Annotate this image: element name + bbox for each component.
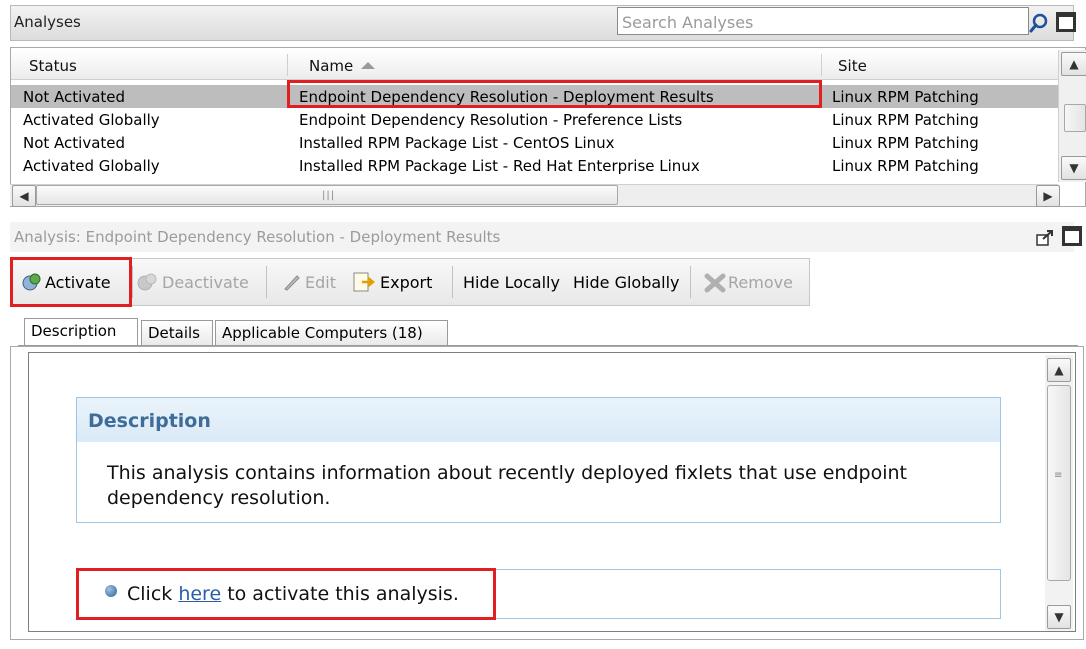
scroll-thumb[interactable] <box>1064 104 1086 132</box>
name-highlight-callout <box>287 80 822 108</box>
deactivate-icon <box>137 272 159 292</box>
scroll-left-icon[interactable]: ◀ <box>12 185 36 207</box>
scroll-grip-icon: ||| <box>322 190 336 201</box>
activation-highlight-callout <box>76 568 496 620</box>
tab-strip-divider <box>18 345 1078 346</box>
scroll-up-icon[interactable]: ▲ <box>1061 52 1086 76</box>
panel-title: Analyses <box>14 13 81 31</box>
search-input[interactable] <box>622 12 992 32</box>
scroll-up-icon[interactable]: ▲ <box>1047 358 1071 382</box>
row-site: Linux RPM Patching <box>832 157 979 175</box>
toolbar-divider <box>266 266 267 298</box>
scroll-down-icon[interactable]: ▼ <box>1061 156 1086 180</box>
scroll-grip-icon: ≡ <box>1054 470 1063 481</box>
row-status: Not Activated <box>23 88 126 106</box>
toolbar-divider <box>690 266 691 298</box>
edit-button[interactable]: Edit <box>305 273 336 292</box>
column-name[interactable]: Name <box>309 57 353 75</box>
list-header: Status Name Site <box>11 50 1058 80</box>
hide-locally-button[interactable]: Hide Locally <box>463 273 560 292</box>
remove-x-icon <box>704 273 726 293</box>
column-site[interactable]: Site <box>838 57 867 75</box>
row-name: Endpoint Dependency Resolution - Prefere… <box>299 111 683 129</box>
description-header <box>77 398 1000 442</box>
maximize-icon[interactable] <box>1062 226 1082 246</box>
table-row[interactable]: Not Activated Installed RPM Package List… <box>11 131 1058 154</box>
export-button[interactable]: Export <box>380 273 432 292</box>
deactivate-button[interactable]: Deactivate <box>162 273 249 292</box>
scroll-thumb[interactable] <box>1047 385 1071 581</box>
tab-details[interactable]: Details <box>141 320 213 346</box>
hide-globally-button[interactable]: Hide Globally <box>573 273 680 292</box>
edit-pencil-icon <box>282 273 302 291</box>
activate-highlight-callout <box>10 257 132 307</box>
column-divider[interactable] <box>287 54 288 76</box>
row-site: Linux RPM Patching <box>832 134 979 152</box>
scroll-right-icon[interactable]: ▶ <box>1036 185 1060 207</box>
analysis-title: Analysis: Endpoint Dependency Resolution… <box>14 228 501 246</box>
table-row[interactable]: Activated Globally Endpoint Dependency R… <box>11 108 1058 131</box>
popout-icon[interactable] <box>1036 230 1054 246</box>
scroll-down-icon[interactable]: ▼ <box>1047 605 1071 629</box>
row-status: Activated Globally <box>23 157 160 175</box>
row-name: Installed RPM Package List - Red Hat Ent… <box>299 157 700 175</box>
row-name: Installed RPM Package List - CentOS Linu… <box>299 134 615 152</box>
row-site: Linux RPM Patching <box>832 111 979 129</box>
tab-applicable-computers[interactable]: Applicable Computers (18) <box>215 320 448 346</box>
description-heading: Description <box>88 410 211 432</box>
search-box[interactable] <box>617 7 1029 35</box>
table-row[interactable]: Activated Globally Installed RPM Package… <box>11 154 1058 177</box>
search-icon[interactable] <box>1028 12 1050 34</box>
row-status: Activated Globally <box>23 111 160 129</box>
sort-ascending-icon <box>361 62 375 69</box>
row-status: Not Activated <box>23 134 126 152</box>
remove-button[interactable]: Remove <box>728 273 793 292</box>
column-status[interactable]: Status <box>29 57 77 75</box>
toolbar-divider <box>132 266 133 298</box>
tab-description[interactable]: Description <box>24 318 138 345</box>
row-site: Linux RPM Patching <box>832 88 979 106</box>
maximize-icon[interactable] <box>1056 12 1076 32</box>
toolbar-divider <box>452 266 453 298</box>
description-body: This analysis contains information about… <box>107 462 907 509</box>
export-icon[interactable] <box>352 271 378 293</box>
column-divider[interactable] <box>821 54 822 76</box>
